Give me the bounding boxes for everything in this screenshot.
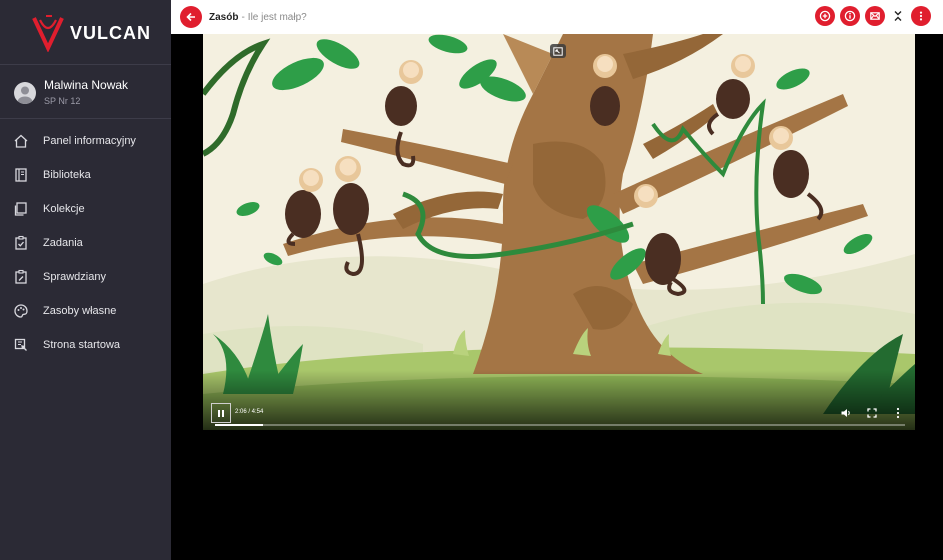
user-profile[interactable]: Malwina Nowak SP Nr 12 [14, 78, 128, 107]
top-bar: Zasób - Ile jest małp? [171, 0, 943, 34]
progress-bar-fill [215, 424, 264, 426]
app: VULCAN Malwina Nowak SP Nr 12 Panel info [0, 0, 943, 560]
fullscreen-icon [867, 408, 877, 418]
vulcan-logo-icon [32, 15, 64, 52]
arrow-left-icon [186, 12, 195, 22]
sidebar-item-label: Biblioteka [43, 169, 91, 181]
sidebar-item-panel-informacyjny[interactable]: Panel informacyjny [0, 124, 171, 158]
resource-label: Zasób [209, 11, 239, 23]
video-player[interactable]: 2:06 / 4:54 [203, 34, 915, 430]
pause-icon [218, 409, 224, 417]
picture-in-picture-button[interactable] [550, 44, 566, 58]
divider [0, 64, 171, 65]
volume-button[interactable] [839, 406, 853, 420]
picture-in-picture-icon [553, 46, 563, 56]
info-circle-icon [844, 10, 856, 22]
tasks-icon [13, 235, 29, 251]
more-vertical-icon [896, 407, 900, 419]
sidebar-item-kolekcje[interactable]: Kolekcje [0, 192, 171, 226]
sidebar-item-zasoby-wlasne[interactable]: Zasoby własne [0, 294, 171, 328]
tests-icon [13, 269, 29, 285]
fullscreen-button[interactable] [865, 406, 879, 420]
more-vertical-icon [919, 11, 923, 21]
vulcan-logo[interactable]: VULCAN [30, 12, 151, 54]
sidebar-item-label: Kolekcje [43, 203, 85, 215]
sidebar-item-label: Sprawdziany [43, 271, 106, 283]
progress-bar[interactable] [215, 424, 905, 426]
sidebar-item-label: Panel informacyjny [43, 135, 136, 147]
back-button[interactable] [180, 6, 202, 28]
mail-button[interactable] [865, 6, 885, 26]
page-title: Zasób - Ile jest małp? [209, 12, 307, 23]
title-separator: - [241, 11, 245, 23]
avatar-icon [17, 86, 33, 104]
collections-icon [13, 201, 29, 217]
sidebar-item-label: Strona startowa [43, 339, 121, 351]
sidebar-item-strona-startowa[interactable]: Strona startowa [0, 328, 171, 362]
logo-text: VULCAN [70, 22, 151, 43]
book-icon [13, 167, 29, 183]
add-button[interactable] [815, 6, 835, 26]
sidebar-item-zadania[interactable]: Zadania [0, 226, 171, 260]
avatar [14, 81, 36, 104]
user-school: SP Nr 12 [44, 96, 81, 106]
mail-icon [870, 12, 880, 20]
pause-button[interactable] [211, 403, 231, 423]
sidebar-item-sprawdziany[interactable]: Sprawdziany [0, 260, 171, 294]
top-actions [810, 6, 931, 26]
divider [0, 118, 171, 119]
volume-icon [841, 409, 850, 417]
plus-circle-icon [819, 10, 831, 22]
controls-right [827, 406, 905, 420]
player-more-button[interactable] [891, 406, 905, 420]
home-icon [13, 133, 29, 149]
sidebar-nav: Panel informacyjny Biblioteka Kolekcje Z… [0, 124, 171, 362]
palette-icon [13, 303, 29, 319]
sidebar-item-label: Zasoby własne [43, 305, 117, 317]
collapse-chevrons-icon [894, 11, 902, 21]
sidebar-item-label: Zadania [43, 237, 83, 249]
resource-title: Ile jest małp? [247, 11, 307, 23]
start-page-icon [13, 337, 29, 353]
sidebar-item-biblioteka[interactable]: Biblioteka [0, 158, 171, 192]
user-name: Malwina Nowak [44, 78, 129, 92]
more-options-button[interactable] [911, 6, 931, 26]
collapse-button[interactable] [890, 6, 906, 26]
info-button[interactable] [840, 6, 860, 26]
playback-time: 2:06 / 4:54 [235, 409, 264, 415]
sidebar: VULCAN Malwina Nowak SP Nr 12 Panel info [0, 0, 171, 560]
content-area: 2:06 / 4:54 [171, 34, 943, 560]
video-controls: 2:06 / 4:54 [203, 400, 915, 430]
